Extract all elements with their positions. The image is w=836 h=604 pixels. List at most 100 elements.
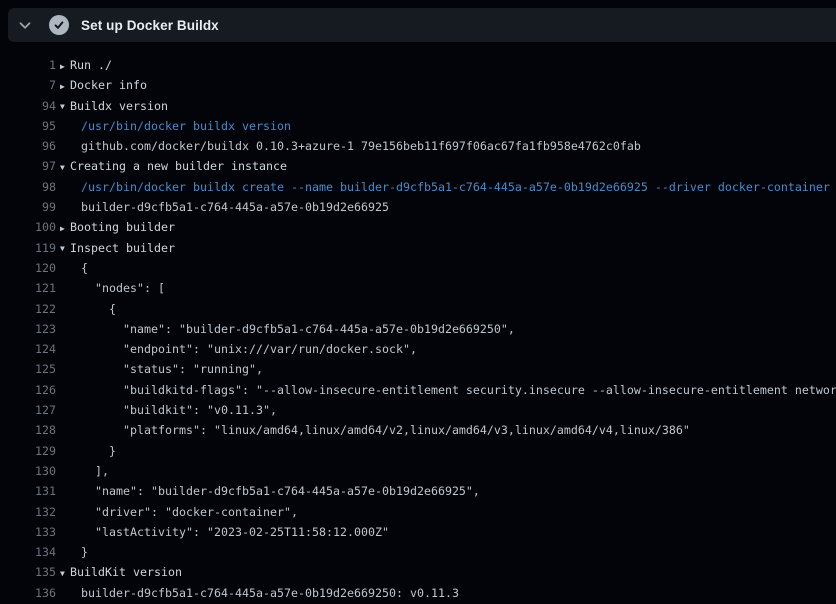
log-line-content: ▼Buildx version [60,96,836,116]
log-line-content: "name": "builder-d9cfb5a1-c764-445a-a57e… [60,481,836,501]
check-icon [53,19,65,31]
log-line-content: { [60,258,836,278]
log-line-content: "nodes": [ [60,278,836,298]
log-group-header[interactable]: 135 ▼BuildKit version [0,562,836,582]
log-line-content: "name": "builder-d9cfb5a1-c764-445a-a57e… [60,319,836,339]
line-number[interactable]: 136 [0,583,56,603]
line-number[interactable]: 124 [0,339,56,359]
log-line-content: ▼Inspect builder [60,238,836,258]
log-group-header[interactable]: 1 ▶Run ./ [0,55,836,75]
log-line: 130 ], [0,461,836,481]
line-number[interactable]: 1 [0,55,56,75]
group-expanded-arrow-icon[interactable]: ▼ [60,97,70,116]
log-line-content: ▶Booting builder [60,217,836,237]
group-expanded-arrow-icon[interactable]: ▼ [60,564,70,583]
group-expanded-arrow-icon[interactable]: ▼ [60,239,70,258]
line-number[interactable]: 122 [0,299,56,319]
log-text: "buildkit": "v0.11.3", [81,403,277,417]
log-text: Docker info [70,78,147,92]
step-collapse-toggle[interactable] [8,8,42,42]
log-text: builder-d9cfb5a1-c764-445a-a57e-0b19d2e6… [81,200,389,214]
line-number[interactable]: 96 [0,136,56,156]
line-number[interactable]: 135 [0,562,56,582]
log-group-header[interactable]: 97 ▼Creating a new builder instance [0,156,836,176]
line-number[interactable]: 95 [0,116,56,136]
line-number[interactable]: 98 [0,177,56,197]
group-expanded-arrow-icon[interactable]: ▼ [60,158,70,177]
line-number[interactable]: 94 [0,96,56,116]
log-line: 124 "endpoint": "unix:///var/run/docker.… [0,339,836,359]
step-header[interactable]: Set up Docker Buildx [8,8,836,42]
log-text: "status": "running", [81,362,263,376]
log-text: Booting builder [70,220,175,234]
log-line-content: builder-d9cfb5a1-c764-445a-a57e-0b19d2e6… [60,197,836,217]
log-text: } [81,545,88,559]
line-number[interactable]: 127 [0,400,56,420]
log-line-content: "lastActivity": "2023-02-25T11:58:12.000… [60,522,836,542]
chevron-down-icon [17,17,33,33]
log-line-content: github.com/docker/buildx 0.10.3+azure-1 … [60,136,836,156]
log-text: { [81,302,116,316]
line-number[interactable]: 125 [0,359,56,379]
log-line: 129 } [0,441,836,461]
line-number[interactable]: 131 [0,481,56,501]
line-number[interactable]: 100 [0,217,56,237]
line-number[interactable]: 128 [0,420,56,440]
log-text: BuildKit version [70,565,182,579]
line-number[interactable]: 119 [0,238,56,258]
log-line: 131 "name": "builder-d9cfb5a1-c764-445a-… [0,481,836,501]
line-number[interactable]: 132 [0,502,56,522]
log-text: ], [81,464,109,478]
line-number[interactable]: 121 [0,278,56,298]
line-number[interactable]: 134 [0,542,56,562]
group-collapsed-arrow-icon[interactable]: ▶ [60,57,70,76]
line-number[interactable]: 133 [0,522,56,542]
log-line: 126 "buildkitd-flags": "--allow-insecure… [0,380,836,400]
log-text: /usr/bin/docker buildx version [81,119,291,133]
log-text: "platforms": "linux/amd64,linux/amd64/v2… [81,423,690,437]
log-line: 120 { [0,258,836,278]
log-line-content: "status": "running", [60,359,836,379]
log-line-content: ▶Docker info [60,75,836,95]
log-text: "name": "builder-d9cfb5a1-c764-445a-a57e… [81,322,515,336]
log-line: 125 "status": "running", [0,359,836,379]
line-number[interactable]: 130 [0,461,56,481]
log-text: /usr/bin/docker buildx create --name bui… [81,180,830,194]
log-line-content: { [60,299,836,319]
log-text: "driver": "docker-container", [81,505,298,519]
log-line: 134 } [0,542,836,562]
log-line: 99 builder-d9cfb5a1-c764-445a-a57e-0b19d… [0,197,836,217]
log-group-header[interactable]: 7 ▶Docker info [0,75,836,95]
log-group-header[interactable]: 94 ▼Buildx version [0,96,836,116]
log-line: 121 "nodes": [ [0,278,836,298]
log-line: 122 { [0,299,836,319]
log-line: 96 github.com/docker/buildx 0.10.3+azure… [0,136,836,156]
log-group-header[interactable]: 119 ▼Inspect builder [0,238,836,258]
log-line-content: /usr/bin/docker buildx create --name bui… [60,177,836,197]
log-line: 136 builder-d9cfb5a1-c764-445a-a57e-0b19… [0,583,836,603]
log-lines: 1 ▶Run ./ 7 ▶Docker info 94 ▼Buildx vers… [0,55,836,603]
log-line-content: /usr/bin/docker buildx version [60,116,836,136]
line-number[interactable]: 129 [0,441,56,461]
log-text: Run ./ [70,58,112,72]
line-number[interactable]: 123 [0,319,56,339]
log-line-content: ▼Creating a new builder instance [60,156,836,176]
log-text: } [81,444,116,458]
log-line: 132 "driver": "docker-container", [0,502,836,522]
line-number[interactable]: 97 [0,156,56,176]
line-number[interactable]: 126 [0,380,56,400]
log-line-content: "buildkit": "v0.11.3", [60,400,836,420]
line-number[interactable]: 99 [0,197,56,217]
log-area: 1 ▶Run ./ 7 ▶Docker info 94 ▼Buildx vers… [0,42,836,604]
log-text: "endpoint": "unix:///var/run/docker.sock… [81,342,417,356]
log-line: 98 /usr/bin/docker buildx create --name … [0,177,836,197]
line-number[interactable]: 120 [0,258,56,278]
log-text: { [81,261,88,275]
group-collapsed-arrow-icon[interactable]: ▶ [60,219,70,238]
log-line-content: "endpoint": "unix:///var/run/docker.sock… [60,339,836,359]
log-text: Creating a new builder instance [70,159,287,173]
group-collapsed-arrow-icon[interactable]: ▶ [60,77,70,96]
log-group-header[interactable]: 100 ▶Booting builder [0,217,836,237]
step-status-check-icon [49,15,69,35]
line-number[interactable]: 7 [0,75,56,95]
